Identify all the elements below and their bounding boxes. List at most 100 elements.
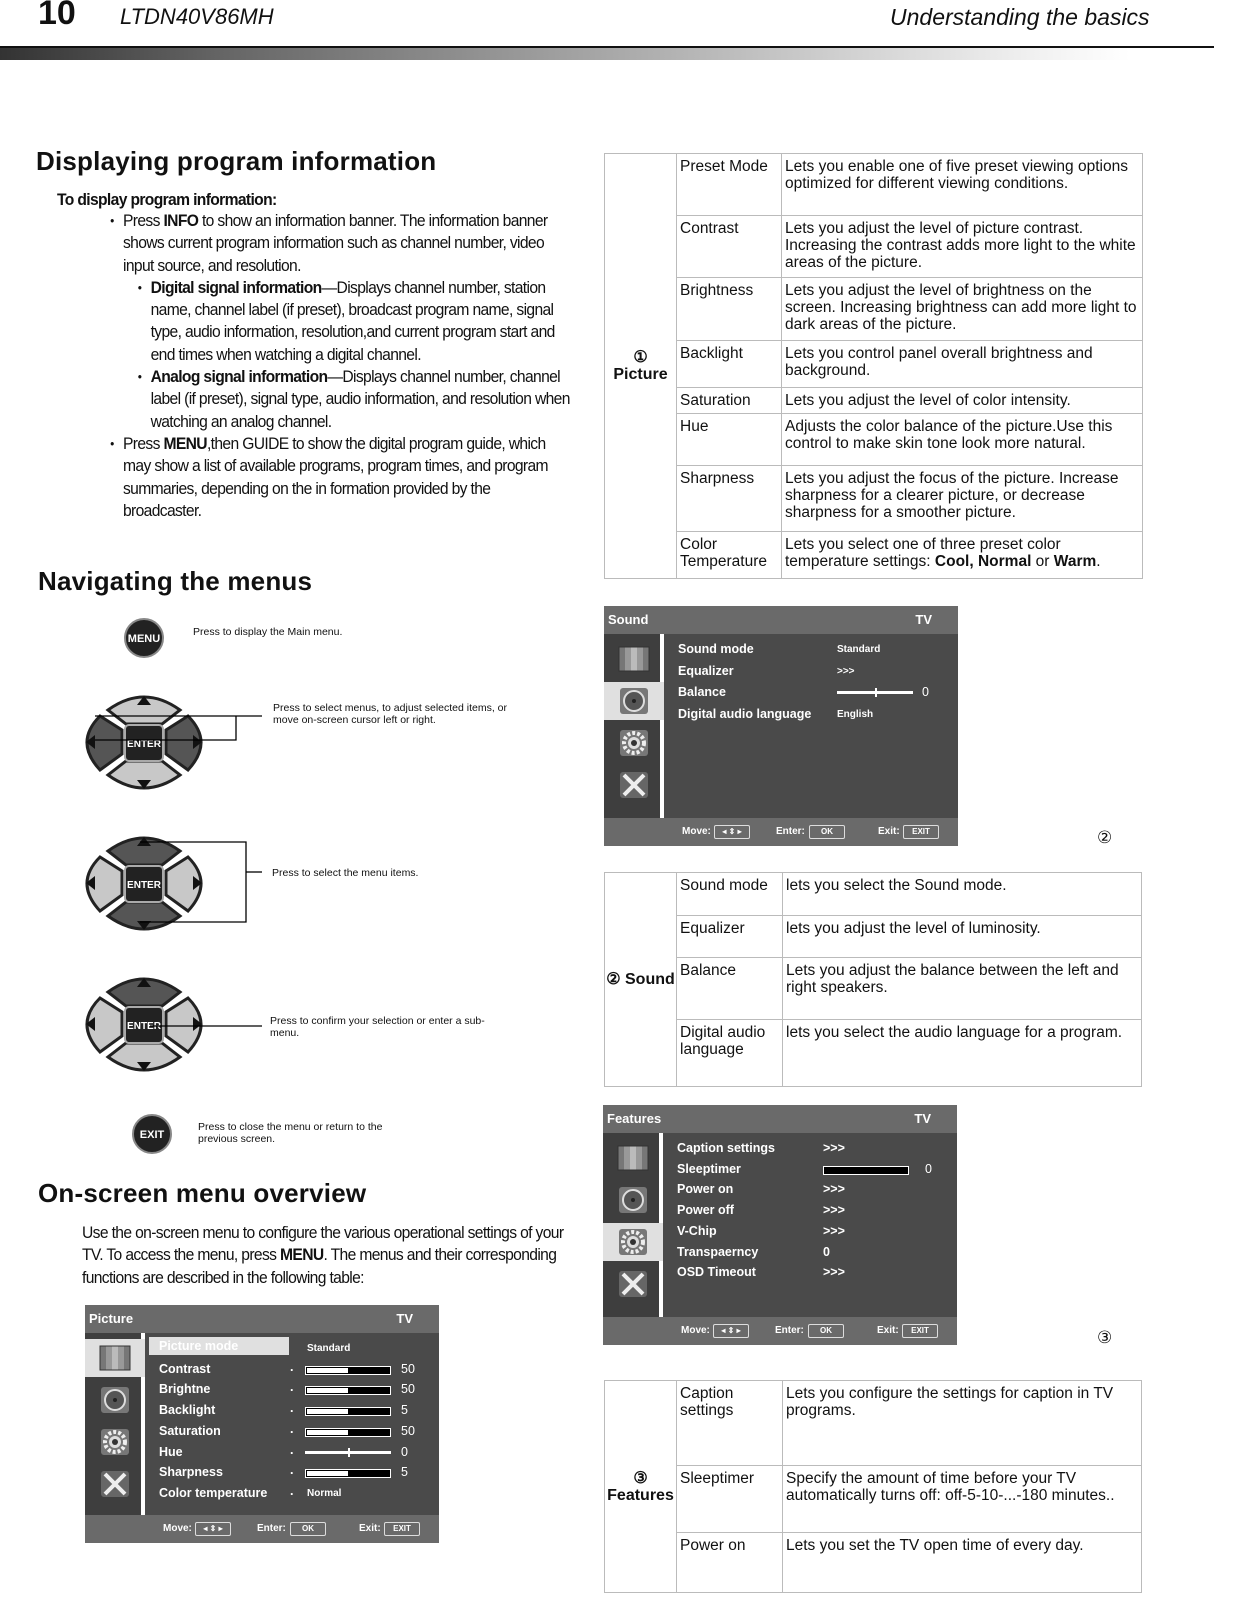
setup-tools-icon (101, 1471, 129, 1497)
menu-button-label: MENU (128, 633, 160, 645)
sound-tab-icon (619, 1187, 647, 1213)
osd-row-label[interactable]: Transpaerncy (677, 1245, 758, 1259)
osd-footer: Move: ◂ ⇕ ▸ Enter: OK Exit: EXIT (603, 1317, 957, 1345)
features-gear-icon (101, 1429, 129, 1455)
osd-tab[interactable] (85, 1465, 145, 1503)
osd-tab[interactable] (603, 1223, 663, 1261)
osd-tab[interactable] (604, 724, 664, 762)
osd-dot: . (290, 1401, 294, 1416)
osd-sidebar (604, 634, 664, 818)
osd-row-label[interactable]: OSD Timeout (677, 1265, 756, 1279)
table-row: ③ Features Caption settings Lets you confi… (604, 1380, 1142, 1593)
osd-tab[interactable] (603, 1181, 663, 1219)
osd-row-value: 0 (823, 1244, 830, 1259)
osd-row-value: 0 (401, 1444, 408, 1459)
osd-row-label[interactable]: Color temperature (159, 1486, 267, 1500)
osd-progress-bar (823, 1165, 909, 1175)
heading-navigating-menus: Navigating the menus (38, 566, 313, 596)
table-row: Saturation Lets you adjust the level of c… (605, 387, 1143, 414)
table-item-name: Color Temperature (676, 531, 782, 579)
osd-dot: . (290, 1463, 294, 1478)
ok-key: OK (809, 825, 845, 839)
ok-key: OK (808, 1324, 844, 1338)
osd-progress-bar (305, 1427, 391, 1437)
table-item-description: Lets you set the TV open time of every d… (782, 1532, 1142, 1593)
table-item-name: Preset Mode (676, 153, 782, 216)
osd-tab[interactable] (85, 1423, 145, 1461)
osd-tab[interactable] (85, 1339, 145, 1377)
setup-tools-icon (620, 772, 648, 798)
osd-title: Picture (85, 1305, 439, 1333)
osd-row-label[interactable]: Hue (159, 1445, 183, 1459)
osd-row-label[interactable]: Sound mode (678, 642, 754, 656)
section-title: Understanding the basics (890, 4, 1150, 30)
info-bullets: Press INFO to show an information banner… (110, 210, 571, 522)
osd-picture-menu: Picture TV Picture mode Standard Contrast. 50… (85, 1305, 439, 1543)
table-item-description: Lets you enable one of five preset viewi… (781, 153, 1143, 216)
osd-row-label[interactable]: Power off (677, 1203, 734, 1217)
osd-row-value: >>> (837, 665, 855, 677)
table-item-name: Saturation (676, 387, 782, 414)
osd-row-value: >>> (823, 1203, 845, 1218)
table-item-name: Power on (676, 1532, 783, 1593)
osd-row-label[interactable]: Digital audio language (678, 707, 811, 721)
osd-tab[interactable] (604, 640, 664, 678)
exit-key: EXIT (903, 825, 939, 839)
table-row: ① Picture Preset Mode Lets you enable one … (604, 153, 1143, 579)
sound-functions-table: ② Sound Sound mode lets you select the Sou… (604, 872, 1142, 1087)
osd-row-value: Standard (837, 644, 881, 655)
bullet-item: Digital signal information—Displays chan… (138, 277, 571, 366)
osd-dot: . (290, 1442, 294, 1457)
osd-progress-bar (305, 1407, 391, 1417)
osd-row-label[interactable]: Equalizer (678, 664, 734, 678)
enter-label: ENTER (127, 880, 162, 891)
osd-dot: . (290, 1483, 294, 1498)
osd-row-label[interactable]: Sharpness (159, 1465, 223, 1479)
osd-slider (837, 688, 913, 697)
osd-row-value: 50 (401, 1423, 415, 1438)
table-item-name: Balance (676, 957, 783, 1020)
osd-footer: Move: ◂ ⇕ ▸ Enter: OK Exit: EXIT (604, 818, 958, 846)
dpad-diagram: ENTER (85, 977, 203, 1072)
table-item-description: Lets you adjust the level of brightness … (781, 277, 1143, 341)
osd-row-label[interactable]: Power on (677, 1182, 733, 1196)
bold-text: MENU (163, 433, 207, 453)
sound-tab-icon (101, 1387, 129, 1413)
osd-row-label[interactable]: Saturation (159, 1424, 221, 1438)
table-item-description: Lets you configure the settings for capt… (782, 1380, 1142, 1466)
exit-label: Exit: (878, 826, 900, 837)
setup-tools-icon (619, 1271, 647, 1297)
table-item-name: Hue (676, 413, 782, 466)
osd-tab[interactable] (604, 682, 664, 720)
osd-dot: . (290, 1359, 294, 1374)
enter-label: Enter: (776, 826, 805, 837)
osd-tab[interactable] (603, 1265, 663, 1303)
osd-row-label[interactable]: V-Chip (677, 1224, 717, 1238)
osd-row-label[interactable]: Balance (678, 685, 726, 699)
table-item-description: Lets you adjust the level of color inten… (781, 387, 1143, 414)
exit-label: Exit: (877, 1325, 899, 1336)
osd-row-label[interactable]: Backlight (159, 1403, 215, 1417)
bullet-item: Press INFO to show an information banner… (110, 210, 570, 277)
bold-text: Digital signal information (150, 277, 323, 297)
osd-row-label[interactable]: Contrast (159, 1362, 210, 1376)
table-item-name: Sharpness (676, 465, 782, 532)
osd-row-value: >>> (823, 1223, 845, 1238)
osd-slider-thumb (875, 688, 877, 697)
sound-tab-icon (620, 688, 648, 714)
enter-label: Enter: (257, 1523, 286, 1534)
osd-row-label[interactable]: Sleeptimer (677, 1162, 741, 1176)
osd-tab[interactable] (604, 766, 664, 804)
osd-row-label[interactable]: Brightne (159, 1382, 210, 1396)
features-gear-icon (620, 730, 648, 756)
osd-tab[interactable] (85, 1381, 145, 1419)
osd-features-menu: Features TV Caption settings >>> Sleeptimer 0… (603, 1105, 957, 1345)
osd-row-value: 0 (925, 1161, 932, 1176)
osd-row-label[interactable]: Caption settings (677, 1141, 775, 1155)
osd-row-label[interactable]: Picture mode (149, 1337, 289, 1355)
osd-progress-bar (305, 1386, 391, 1396)
enter-label: ENTER (127, 1021, 162, 1032)
move-key: ◂ ⇕ ▸ (713, 1324, 749, 1338)
table-item-description: Lets you select one of three preset colo… (781, 531, 1143, 579)
osd-tab[interactable] (603, 1139, 663, 1177)
